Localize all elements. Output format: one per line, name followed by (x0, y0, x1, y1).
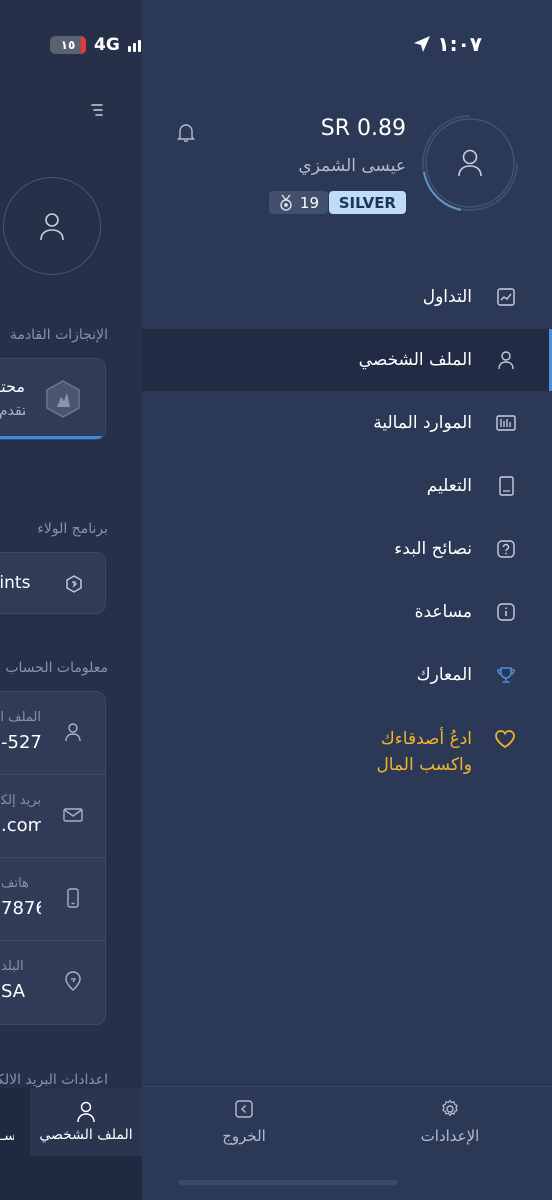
question-icon (496, 539, 516, 559)
tab-partial-label[interactable]: سـ (0, 1128, 14, 1144)
tier-badge: SILVER (328, 191, 406, 214)
trophy-icon (496, 665, 516, 685)
nav-item-label: نصائح البدء (394, 539, 472, 559)
person-icon (40, 213, 64, 241)
location-arrow-icon (414, 36, 431, 52)
nav-item-label: التعليم (426, 476, 472, 496)
achievement-subtitle: التقدم (0, 403, 25, 419)
achievement-card[interactable]: محترف التقدم (0, 358, 106, 440)
points-value: 19 (299, 193, 319, 212)
person-icon (496, 350, 516, 370)
account-row-label: البلد (1, 959, 24, 974)
home-indicator (178, 1180, 398, 1185)
account-row-phone[interactable]: هاتف 7876 (0, 858, 105, 941)
nav-item-battles[interactable]: المعارك (142, 644, 552, 706)
mail-icon (63, 805, 83, 825)
nav-item-getting-started[interactable]: نصائح البدء (142, 518, 552, 580)
heart-icon (494, 728, 516, 750)
phone-icon (63, 888, 83, 908)
achievement-badge-icon (43, 379, 83, 419)
account-row-value: 7876 (1, 898, 41, 919)
account-row-email[interactable]: بريد إلكتروني .com (0, 775, 105, 858)
nav-item-label: التداول (422, 287, 472, 307)
settings-button[interactable]: الإعدادات (380, 1099, 520, 1145)
side-drawer: SR 0.89 عيسى الشمزي SILVER 19 التداول ال… (142, 0, 552, 1200)
status-bar-right: ١:٠٧ (413, 32, 482, 56)
finance-icon (496, 413, 516, 433)
achievement-title: محترف (0, 377, 25, 396)
gear-icon (442, 1099, 458, 1116)
background-profile-page: الإنجازات القادمة محترف التقدم برنامج ال… (0, 0, 142, 1200)
tab-profile[interactable]: الملف الشخصي (30, 1088, 142, 1156)
person-icon (63, 722, 83, 742)
account-row-label: هاتف (1, 876, 29, 891)
nav-item-label: مساعدة (414, 602, 472, 622)
upcoming-achievements-heading: الإنجازات القادمة (9, 327, 108, 343)
loyalty-card[interactable]: oints (0, 552, 106, 614)
invite-friends-label: ادعُ أصدقاءك واكسب المال (376, 729, 472, 775)
drawer-avatar[interactable] (421, 114, 519, 212)
nav-item-label: المعارك (416, 665, 472, 685)
background-tab-bar: سـ الملف الشخصي (0, 1088, 142, 1200)
logout-label: الخروج (222, 1127, 266, 1145)
medal-icon (280, 194, 292, 211)
nav-item-help[interactable]: مساعدة (142, 581, 552, 643)
tab-profile-label: الملف الشخصي (39, 1127, 133, 1143)
battery-indicator: ١٥ (50, 36, 86, 54)
nav-item-education[interactable]: التعليم (142, 455, 552, 517)
account-info-card: الملف الشخصي -527 بريد إلكتروني .com هات… (0, 691, 106, 1025)
nav-item-profile[interactable]: الملف الشخصي (142, 329, 552, 391)
points-badge: 19 (268, 191, 328, 214)
info-icon (496, 602, 516, 622)
account-row-country[interactable]: البلد SA (0, 941, 105, 1024)
nav-item-label: الموارد المالية (373, 413, 472, 433)
network-label: 4G (94, 35, 120, 55)
account-balance: SR 0.89 (320, 116, 406, 141)
bell-icon[interactable] (175, 121, 197, 143)
user-name: عيسى الشمزي (298, 156, 406, 176)
loyalty-points-value: oints (0, 573, 31, 593)
location-icon (63, 971, 83, 991)
status-bar-left: ١٥ 4G (50, 34, 142, 56)
nav-item-finance[interactable]: الموارد المالية (142, 392, 552, 454)
person-icon (77, 1101, 95, 1123)
account-row-value: SA (1, 981, 26, 1002)
loyalty-heading: برنامج الولاء (37, 521, 108, 537)
book-icon (496, 476, 516, 496)
email-settings-heading: اعدادات البريد الالكتروني (0, 1072, 108, 1088)
account-row-value: .com (1, 815, 41, 836)
account-row-value: -527 (1, 732, 41, 753)
person-icon (458, 149, 482, 177)
profile-avatar[interactable] (3, 177, 101, 275)
nav-item-trading[interactable]: التداول (142, 266, 552, 328)
account-row-label: بريد إلكتروني (1, 793, 41, 808)
account-info-heading: معلومات الحساب (5, 660, 108, 676)
account-row-label: الملف الشخصي (1, 710, 41, 725)
achievement-progress-bar (0, 436, 105, 439)
logout-button[interactable]: الخروج (174, 1099, 314, 1145)
menu-icon[interactable] (88, 101, 106, 119)
nav-item-label: الملف الشخصي (358, 350, 472, 370)
account-row-profile[interactable]: الملف الشخصي -527 (0, 692, 105, 775)
loyalty-icon (65, 575, 83, 593)
chart-icon (496, 287, 516, 307)
signal-icon (127, 38, 142, 52)
clock: ١:٠٧ (437, 32, 482, 56)
logout-icon (235, 1100, 253, 1118)
settings-label: الإعدادات (420, 1127, 480, 1145)
